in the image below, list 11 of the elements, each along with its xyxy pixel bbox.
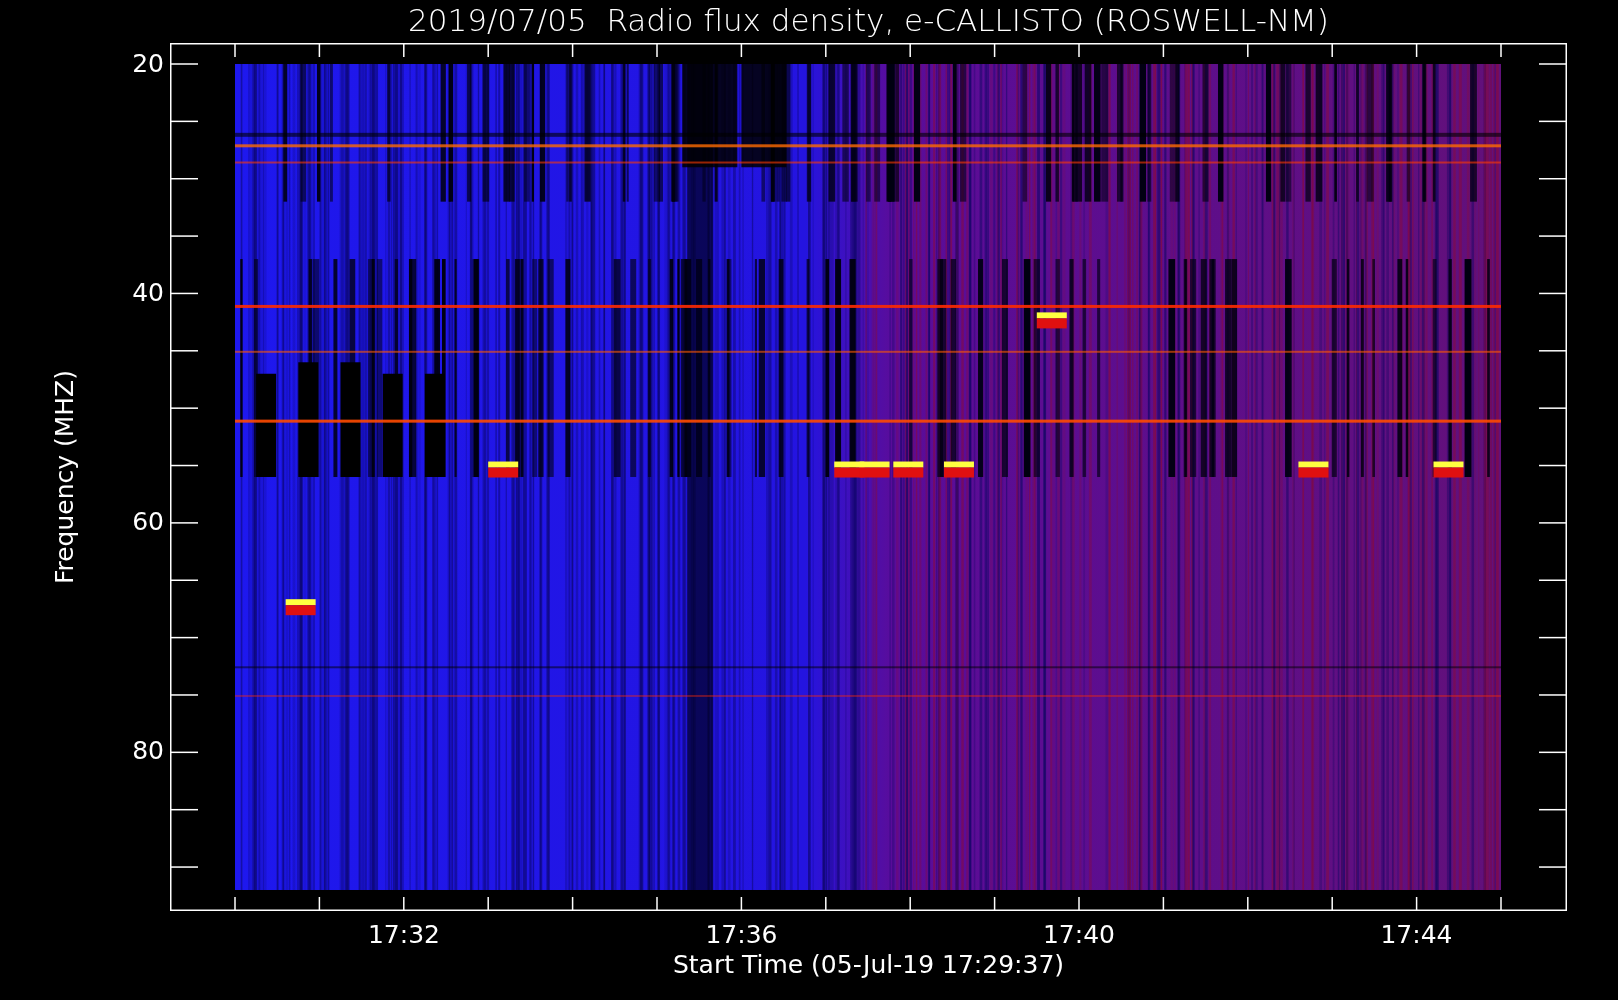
- chart-title: 2019/07/05 Radio flux density, e-CALLISTO (ROSWELL-NM): [408, 1, 1329, 40]
- y-tick-label: 60: [131, 507, 165, 537]
- x-tick-label: 17:36: [704, 920, 779, 950]
- y-axis-label: Frequency (MHZ): [49, 369, 81, 585]
- x-tick-label: 17:44: [1379, 920, 1454, 950]
- y-tick-label: 80: [131, 736, 165, 766]
- x-tick-label: 17:40: [1041, 920, 1116, 950]
- x-axis-label: Start Time (05-Jul-19 17:29:37): [672, 950, 1065, 980]
- y-tick-label: 20: [131, 49, 165, 79]
- x-tick-label: 17:32: [366, 920, 441, 950]
- y-tick-label: 40: [131, 278, 165, 308]
